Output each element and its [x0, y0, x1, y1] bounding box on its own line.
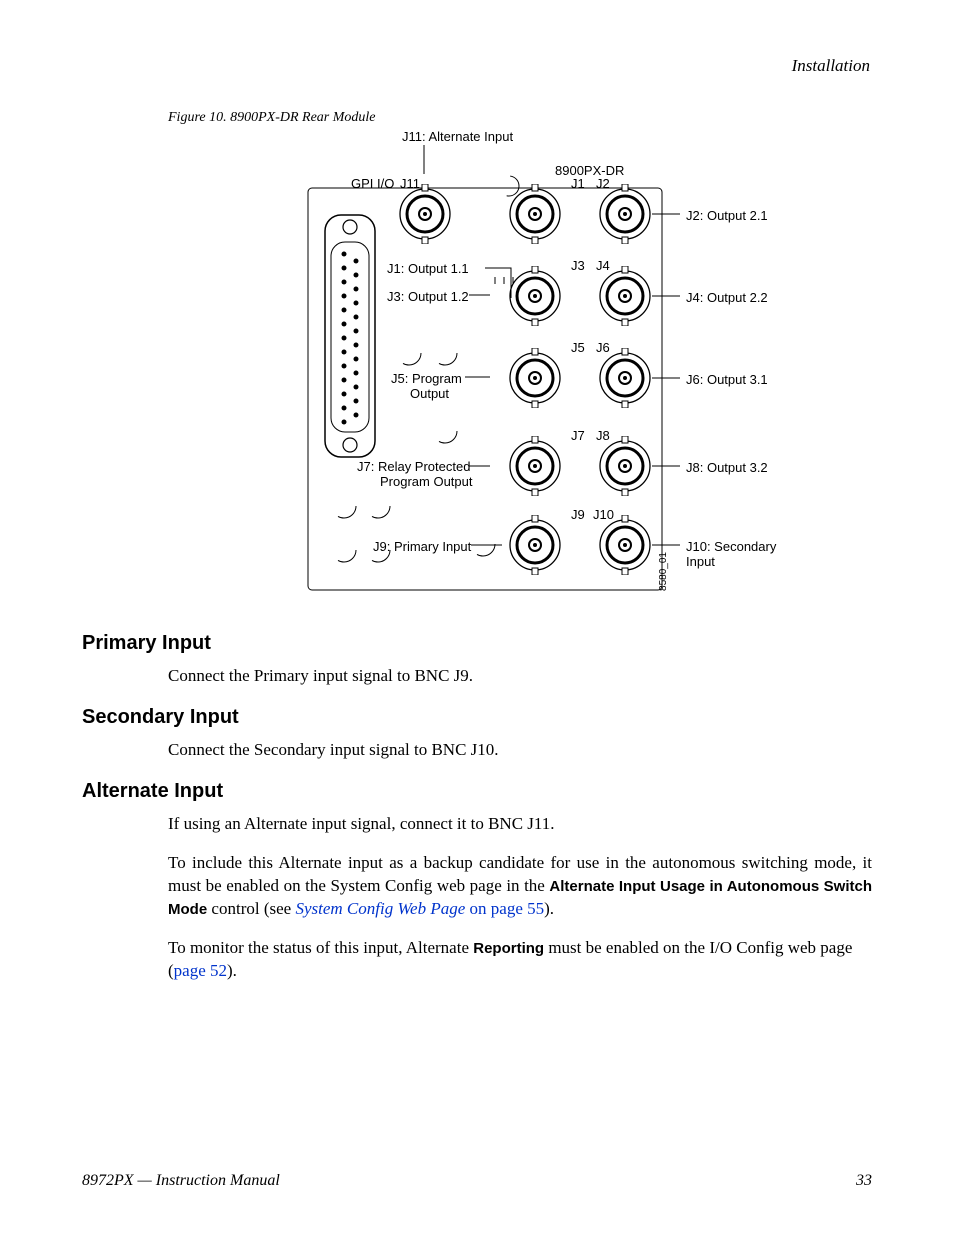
heading-secondary-input: Secondary Input: [82, 706, 872, 729]
text-alternate-p2b: control (see: [207, 899, 295, 918]
text-alternate-p3a: To monitor the status of this input, Alt…: [168, 938, 473, 957]
conn-label-j8: J8: [596, 428, 610, 443]
conn-label-j2: J2: [596, 176, 610, 191]
text-alternate-p2: To include this Alternate input as a bac…: [168, 852, 872, 921]
bnc-j11: [395, 184, 455, 244]
text-alternate-p3c: ).: [227, 961, 237, 980]
rear-module-diagram: J11: Alternate Input 8900PX-DR GPI I/O: [200, 132, 790, 602]
bnc-j1: [505, 184, 565, 244]
conn-label-j1: J1: [571, 176, 585, 191]
label-j6-output: J6: Output 3.1: [686, 372, 768, 387]
label-j8-output: J8: Output 3.2: [686, 460, 768, 475]
bnc-j2: [595, 184, 655, 244]
bnc-j8: [595, 436, 655, 496]
label-j1-output: J1: Output 1.1: [387, 261, 469, 276]
bnc-j5: [505, 348, 565, 408]
conn-label-j6: J6: [596, 340, 610, 355]
figure-caption: Figure 10. 8900PX-DR Rear Module: [168, 110, 872, 126]
footer-title: 8972PX — Instruction Manual: [82, 1172, 280, 1190]
label-j5-program-a: J5: Program: [391, 371, 462, 386]
link-system-config[interactable]: System Config Web Page: [295, 899, 465, 918]
bnc-j4: [595, 266, 655, 326]
bnc-j3: [505, 266, 565, 326]
conn-label-j11: J11: [400, 176, 420, 191]
conn-label-j5: J5: [571, 340, 585, 355]
conn-label-j10: J10: [593, 507, 614, 522]
label-j7-relay-b: Program Output: [380, 474, 473, 489]
text-alternate-p2c: ).: [544, 899, 554, 918]
page-header-section: Installation: [82, 56, 872, 76]
label-j4-output: J4: Output 2.2: [686, 290, 768, 305]
page-footer: 8972PX — Instruction Manual 33: [82, 1172, 872, 1190]
conn-label-j4: J4: [596, 258, 610, 273]
label-side-code: 8580_01: [658, 552, 669, 591]
bnc-j7: [505, 436, 565, 496]
link-page-55[interactable]: on page 55: [465, 899, 544, 918]
bnc-j10: [595, 515, 655, 575]
bnc-j9: [505, 515, 565, 575]
conn-label-j3: J3: [571, 258, 585, 273]
bold-reporting: Reporting: [473, 940, 544, 957]
label-j5-program-b: Output: [410, 386, 449, 401]
text-alternate-p3: To monitor the status of this input, Alt…: [168, 937, 872, 983]
heading-primary-input: Primary Input: [82, 632, 872, 655]
text-primary-p1: Connect the Primary input signal to BNC …: [168, 665, 872, 688]
conn-label-j9: J9: [571, 507, 585, 522]
heading-alternate-input: Alternate Input: [82, 780, 872, 803]
label-j9-primary: J9: Primary Input: [373, 539, 471, 554]
label-j10-secondary: J10: Secondary Input: [686, 539, 790, 569]
module-outline: [200, 132, 790, 602]
text-alternate-p1: If using an Alternate input signal, conn…: [168, 813, 872, 836]
link-page-52[interactable]: page 52: [174, 961, 227, 980]
text-secondary-p1: Connect the Secondary input signal to BN…: [168, 739, 872, 762]
footer-page-number: 33: [856, 1172, 872, 1190]
label-j3-output: J3: Output 1.2: [387, 289, 469, 304]
conn-label-j7: J7: [571, 428, 585, 443]
label-j7-relay-a: J7: Relay Protected: [357, 459, 470, 474]
label-j2-output: J2: Output 2.1: [686, 208, 768, 223]
bnc-j6: [595, 348, 655, 408]
